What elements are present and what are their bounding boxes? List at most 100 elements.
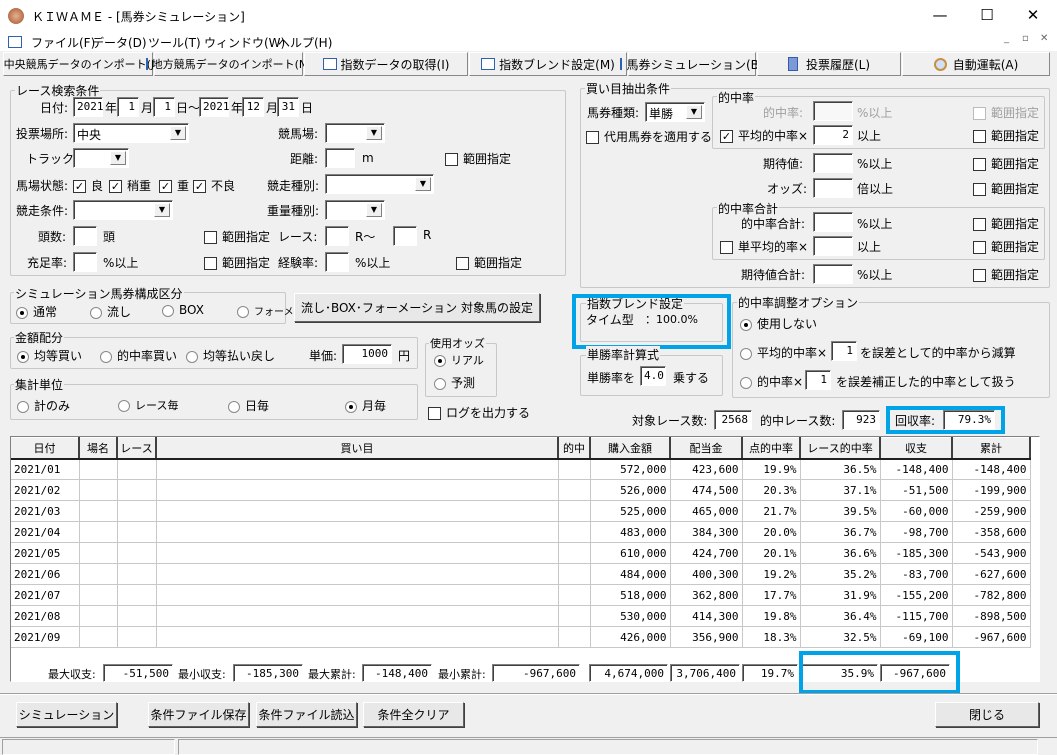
vote-history-button[interactable]: 投票履歴(L)	[757, 52, 901, 76]
hit-range-checkbox[interactable]: 範囲指定	[973, 104, 1039, 121]
composition-normal-radio[interactable]: 通常	[16, 303, 57, 320]
distance-input[interactable]	[325, 148, 355, 168]
fill-range-checkbox[interactable]: 範囲指定	[204, 254, 270, 271]
cond-good-checkbox[interactable]: ✓ 良	[73, 177, 103, 194]
menu-help[interactable]: ヘルプ(H)	[278, 34, 332, 51]
aggregate-month-radio[interactable]: 月毎	[345, 397, 386, 414]
expect-sum-input[interactable]	[813, 264, 853, 284]
simulate-button[interactable]: シミュレーション	[16, 702, 117, 727]
odds-predict-radio[interactable]: 予測	[434, 374, 475, 391]
adjust-none-radio[interactable]: 使用しない	[740, 315, 817, 332]
amount-equal-radio[interactable]: 均等買い	[17, 347, 82, 364]
column-header-profit[interactable]: 収支	[880, 437, 953, 460]
table-row[interactable]: 2021/09 426,000 356,900 18.3% 32.5% -69,100 -9…	[11, 626, 1031, 648]
race-cond-dropdown[interactable]: ▼	[73, 200, 173, 220]
index-blend-button[interactable]: 指数ブレンド設定(M)	[469, 52, 627, 76]
maximize-button[interactable]: ☐	[972, 6, 1002, 24]
column-header-date[interactable]: 日付	[11, 437, 80, 460]
column-header-race-hit-rate[interactable]: レース的中率	[800, 437, 881, 460]
mdi-restore-button[interactable]: ▫	[1022, 33, 1029, 44]
to-year-input[interactable]: 2021	[199, 97, 230, 117]
expect-sum-range-checkbox[interactable]: 範囲指定	[973, 266, 1039, 283]
table-row[interactable]: 2021/04 483,000 384,300 20.0% 36.7% -98,700 -3…	[11, 521, 1031, 543]
avg-hit-input[interactable]: 2	[813, 125, 853, 145]
adjust-subtract-input[interactable]: 1	[831, 341, 857, 361]
column-header-cumulative[interactable]: 累計	[952, 437, 1031, 460]
track-type-dropdown[interactable]: ▼	[73, 148, 129, 168]
amount-hit-radio[interactable]: 的中率買い	[100, 347, 177, 364]
save-conditions-button[interactable]: 条件ファイル保存	[148, 702, 249, 727]
import-central-button[interactable]: 中央競馬データのインポート(J)	[3, 52, 158, 76]
experience-input[interactable]	[325, 252, 349, 272]
table-row[interactable]: 2021/05 610,000 424,700 20.1% 36.6% -185,300-…	[11, 542, 1031, 564]
close-window-button[interactable]: ✕	[1018, 6, 1048, 24]
composition-nagashi-radio[interactable]: 流し	[90, 303, 131, 320]
table-row[interactable]: 2021/03 525,000 465,000 21.7% 39.5% -60,000 -2…	[11, 500, 1031, 522]
fill-rate-input[interactable]	[73, 252, 97, 272]
odds-range-checkbox[interactable]: 範囲指定	[973, 180, 1039, 197]
expect-range-checkbox[interactable]: 範囲指定	[973, 155, 1039, 172]
avg-hit-range-checkbox[interactable]: 範囲指定	[973, 127, 1039, 144]
adjust-correct-input[interactable]: 1	[805, 370, 831, 390]
table-row[interactable]: 2021/01 572,000 423,600 19.9% 36.5% -148,400-…	[11, 458, 1031, 480]
auto-run-button[interactable]: 自動運転(A)	[902, 52, 1050, 76]
from-month-input[interactable]: 1	[117, 97, 139, 117]
hit-sum-input[interactable]	[813, 212, 853, 232]
close-button[interactable]: 閉じる	[935, 702, 1039, 727]
menu-data[interactable]: データ(D)	[92, 34, 147, 51]
column-header-point-hit-rate[interactable]: 点的中率	[742, 437, 801, 460]
aggregate-race-radio[interactable]: レース毎	[118, 397, 178, 413]
column-header-payout[interactable]: 配当金	[670, 437, 743, 460]
single-avg-range-checkbox[interactable]: 範囲指定	[973, 238, 1039, 255]
column-header-venue[interactable]: 場名	[79, 437, 118, 460]
hit-rate-input[interactable]	[813, 101, 853, 121]
from-year-input[interactable]: 2021	[73, 97, 104, 117]
odds-input[interactable]	[813, 178, 853, 198]
results-grid[interactable]: 日付 場名 レース 買い目 的中 購入金額 配当金 点的中率 レース的中率 収支 累計 2021/0…	[10, 436, 1040, 682]
venue-type-dropdown[interactable]: 中央 ▼	[73, 123, 189, 143]
hit-sum-range-checkbox[interactable]: 範囲指定	[973, 215, 1039, 232]
column-header-buy-amount[interactable]: 購入金額	[590, 437, 671, 460]
table-row[interactable]: 2021/06 484,000 400,300 19.2% 35.2% -83,700 -6…	[11, 563, 1031, 585]
amount-payout-radio[interactable]: 均等払い戻し	[186, 347, 275, 364]
ticket-type-dropdown[interactable]: 単勝 ▼	[645, 102, 705, 122]
menu-window[interactable]: ウィンドウ(W)	[204, 34, 285, 51]
expect-input[interactable]	[813, 153, 853, 173]
heads-range-checkbox[interactable]: 範囲指定	[204, 228, 270, 245]
single-avg-checkbox[interactable]: 単平均的率×	[720, 238, 808, 255]
mdi-minimize-button[interactable]: _	[1004, 33, 1009, 44]
distance-range-checkbox[interactable]: 範囲指定	[445, 150, 511, 167]
to-month-input[interactable]: 12	[242, 97, 264, 117]
clear-conditions-button[interactable]: 条件全クリア	[363, 702, 464, 727]
load-conditions-button[interactable]: 条件ファイル読込	[256, 702, 357, 727]
target-horse-setting-button[interactable]: 流し･BOX･フォーメーション 対象馬の設定	[294, 293, 540, 322]
avg-hit-checkbox[interactable]: ✓ 平均的中率×	[720, 127, 808, 144]
import-local-button[interactable]: 地方競馬データのインポート(N)	[145, 52, 311, 76]
menu-tools[interactable]: ツール(T)	[148, 34, 201, 51]
table-row[interactable]: 2021/02 526,000 474,500 20.3% 37.1% -51,500 -1…	[11, 479, 1031, 501]
table-row[interactable]: 2021/07 518,000 362,800 17.7% 31.9% -155,200-…	[11, 584, 1031, 606]
log-output-checkbox[interactable]: ログを出力する	[428, 404, 530, 421]
adjust-subtract-radio[interactable]: 平均的中率×	[740, 344, 827, 361]
column-header-bets[interactable]: 買い目	[156, 437, 559, 460]
race-type-dropdown[interactable]: ▼	[325, 174, 434, 194]
composition-box-radio[interactable]: BOX	[162, 303, 204, 317]
substitute-checkbox[interactable]: 代用馬券を適用する	[586, 128, 712, 145]
column-header-race[interactable]: レース	[117, 437, 157, 460]
from-day-input[interactable]: 1	[153, 97, 175, 117]
experience-range-checkbox[interactable]: 範囲指定	[456, 254, 522, 271]
to-day-input[interactable]: 31	[277, 97, 299, 117]
aggregate-total-radio[interactable]: 計のみ	[17, 397, 70, 414]
ticket-simulation-button[interactable]: 馬券シミュレーション(B)	[620, 52, 764, 76]
aggregate-day-radio[interactable]: 日毎	[228, 397, 269, 414]
odds-real-radio[interactable]: リアル	[434, 352, 484, 368]
weight-dropdown[interactable]: ▼	[325, 200, 385, 220]
win-rate-input[interactable]: 4.0	[640, 366, 666, 386]
single-avg-input[interactable]	[813, 236, 853, 256]
minimize-button[interactable]: —	[925, 6, 955, 24]
mdi-close-button[interactable]: ✕	[1040, 33, 1048, 44]
heads-input[interactable]	[73, 226, 97, 246]
menu-file[interactable]: ファイル(F)	[31, 34, 95, 51]
race-from-input[interactable]	[325, 226, 349, 246]
unit-price-input[interactable]: 1000	[342, 344, 392, 364]
